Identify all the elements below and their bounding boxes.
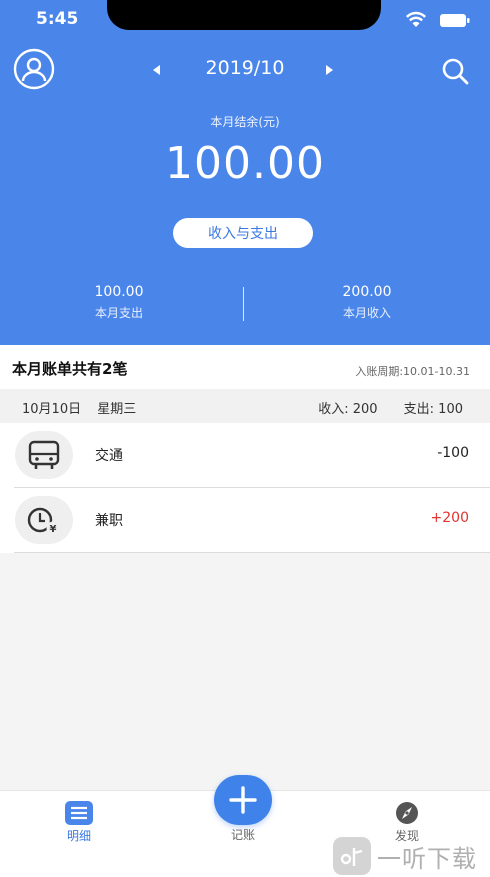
header: 5:45 2019/10 本月结余(元) 100.00 收入与支出 100.00… — [0, 0, 490, 345]
next-month-button[interactable] — [322, 62, 336, 76]
add-record-button[interactable] — [214, 775, 272, 825]
user-icon — [13, 48, 55, 90]
expense-value: 100.00 — [94, 284, 144, 300]
transaction-name: 交通 — [95, 448, 123, 464]
day-date-text: 10月10日 — [22, 402, 82, 417]
row-divider — [14, 552, 490, 553]
day-summary: 收入: 200 支出: 100 — [318, 398, 463, 417]
day-weekday: 星期三 — [97, 402, 137, 417]
add-record-label: 记账 — [230, 828, 255, 842]
status-icons — [406, 10, 476, 30]
expense-stat: 100.00 本月支出 — [19, 284, 219, 321]
income-expense-toggle-button[interactable]: 收入与支出 — [173, 218, 313, 248]
bill-summary: 本月账单共有2笔 入账周期:10.01-10.31 — [0, 345, 490, 389]
balance-label: 本月结余(元) — [210, 115, 280, 129]
caret-left-icon — [153, 65, 160, 75]
transaction-row[interactable]: 交通 -100 — [0, 423, 490, 488]
battery-icon — [440, 14, 470, 27]
bill-count-title: 本月账单共有2笔 — [12, 360, 128, 378]
watermark: 一听下载 — [333, 836, 490, 876]
transaction-name: 兼职 — [95, 513, 123, 529]
tab-details[interactable]: 明细 — [29, 791, 129, 851]
search-button[interactable] — [438, 54, 472, 88]
search-icon — [442, 58, 469, 85]
day-group-header: 10月10日 星期三 收入: 200 支出: 100 — [0, 389, 490, 423]
list-icon — [65, 801, 93, 825]
balance-value: 100.00 — [165, 138, 325, 189]
wifi-icon — [406, 11, 426, 27]
watermark-text: 一听下载 — [377, 844, 477, 873]
caret-right-icon — [326, 65, 333, 75]
transaction-list: 交通 -100 ¥ 兼职 +200 — [0, 423, 490, 553]
watermark-logo-icon — [333, 837, 371, 875]
transaction-icon-circle — [15, 431, 73, 479]
plus-icon — [229, 786, 257, 814]
month-title[interactable]: 2019/10 — [190, 57, 300, 79]
income-value: 200.00 — [342, 284, 392, 300]
svg-text:¥: ¥ — [50, 524, 57, 535]
day-date: 10月10日 星期三 — [22, 398, 136, 417]
bus-icon — [28, 440, 60, 469]
clock-yen-icon: ¥ — [27, 507, 60, 535]
day-expense-summary: 支出: 100 — [403, 402, 463, 417]
compass-icon — [396, 802, 418, 824]
tab-details-label: 明细 — [66, 829, 91, 843]
stat-divider — [243, 287, 244, 321]
transaction-row[interactable]: ¥ 兼职 +200 — [0, 488, 490, 553]
income-label: 本月收入 — [342, 306, 391, 320]
profile-button[interactable] — [13, 48, 55, 90]
day-income-summary: 收入: 200 — [318, 402, 378, 417]
transaction-icon-circle: ¥ — [15, 496, 73, 544]
billing-cycle: 入账周期:10.01-10.31 — [355, 365, 470, 378]
transaction-amount: +200 — [430, 510, 469, 526]
status-time: 5:45 — [36, 9, 79, 29]
prev-month-button[interactable] — [150, 62, 164, 76]
device-notch — [107, 0, 381, 30]
income-stat: 200.00 本月收入 — [267, 284, 467, 321]
transaction-amount: -100 — [437, 445, 469, 461]
expense-label: 本月支出 — [94, 306, 143, 320]
